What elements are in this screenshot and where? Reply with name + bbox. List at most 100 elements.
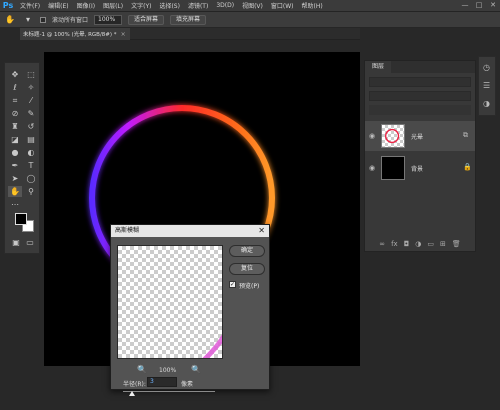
lock-icon: 🔒	[463, 163, 472, 171]
layer-filter-row	[369, 77, 471, 87]
reset-button[interactable]: 复位	[229, 263, 265, 275]
eye-icon[interactable]: ◉	[369, 164, 377, 172]
layer-thumbnail	[381, 124, 405, 148]
dialog-title: 高斯模糊	[111, 225, 269, 237]
eraser-tool-icon[interactable]: ◪	[8, 134, 22, 145]
maximize-button[interactable]: □	[474, 1, 484, 10]
zoom-level: 100%	[159, 367, 177, 374]
gradient-tool-icon[interactable]: ▤	[24, 134, 38, 145]
type-tool-icon[interactable]: T	[24, 160, 38, 171]
document-tab-title: 未标题-1 @ 100% (光晕, RGB/8#) *	[23, 32, 117, 38]
folder-icon[interactable]: ▭	[427, 240, 434, 248]
zoom-field[interactable]: 100%	[94, 14, 123, 25]
layer-row-glow[interactable]: ◉ 光晕 ⧉	[365, 121, 475, 151]
empty-slot	[24, 199, 38, 210]
screen-mode-icon[interactable]: ▭	[23, 237, 37, 248]
menu-image[interactable]: 图像(I)	[73, 1, 99, 10]
layer-row-background[interactable]: ◉ 背景 🔒	[365, 153, 475, 183]
blend-mode-row	[369, 91, 471, 101]
menu-filter[interactable]: 滤镜(T)	[184, 1, 212, 10]
menu-3d[interactable]: 3D(D)	[212, 2, 238, 9]
close-icon[interactable]: ✕	[258, 225, 265, 237]
more-tools-icon[interactable]: ⋯	[8, 199, 22, 210]
adjustments-icon[interactable]: ◑	[483, 99, 490, 108]
radius-label: 半径(R):	[123, 381, 146, 388]
zoom-out-icon[interactable]: 🔍	[137, 365, 147, 374]
healing-brush-icon[interactable]: ⊘	[8, 108, 22, 119]
panel-icon-strip: ◷ ☰ ◑	[478, 56, 496, 116]
close-icon[interactable]: ×	[121, 31, 126, 38]
layer-name: 背景	[411, 166, 424, 173]
window-controls: — □ ✕	[460, 1, 498, 10]
menu-type[interactable]: 文字(Y)	[127, 1, 155, 10]
link-icon[interactable]: ∞	[379, 240, 385, 248]
eyedropper-icon[interactable]: ⁄	[24, 95, 38, 106]
lasso-tool-icon[interactable]: ℓ	[8, 82, 22, 93]
fx-icon[interactable]: fx	[391, 240, 398, 248]
move-tool-icon[interactable]: ✥	[8, 69, 22, 80]
preview-checkbox[interactable]: ✓	[229, 281, 236, 288]
scroll-all-checkbox[interactable]	[40, 16, 46, 23]
new-layer-icon[interactable]: ⊞	[440, 240, 446, 248]
ok-button[interactable]: 确定	[229, 245, 265, 257]
menu-help[interactable]: 帮助(H)	[298, 1, 327, 10]
smart-filter-icon: ⧉	[463, 131, 468, 139]
hand-tool-icon[interactable]: ✋	[4, 15, 16, 25]
zoom-tool-icon[interactable]: ⚲	[24, 186, 38, 197]
quick-mask-icon[interactable]: ▣	[9, 237, 23, 248]
radius-slider-thumb[interactable]	[129, 391, 136, 396]
fit-screen-button[interactable]: 适合屏幕	[128, 14, 165, 25]
history-brush-icon[interactable]: ↺	[24, 121, 38, 132]
lock-row	[369, 105, 471, 115]
preview-label: 预览(P)	[239, 283, 260, 290]
layers-panel: 图层 ◉ 光晕 ⧉ ◉ 背景 🔒 ∞ fx ◘ ◑ ▭ ⊞ 🗑	[364, 60, 476, 252]
scroll-all-label: 滚动所有窗口	[52, 17, 89, 24]
close-window-button[interactable]: ✕	[488, 1, 498, 10]
document-tab-bar: 未标题-1 @ 100% (光晕, RGB/8#) * ×	[20, 28, 360, 40]
document-tab[interactable]: 未标题-1 @ 100% (光晕, RGB/8#) * ×	[20, 28, 130, 40]
trash-icon[interactable]: 🗑	[452, 240, 461, 248]
tab-layers[interactable]: 图层	[365, 61, 391, 73]
radius-unit: 像素	[181, 381, 194, 388]
minimize-button[interactable]: —	[460, 1, 470, 10]
magic-wand-icon[interactable]: ✧	[24, 82, 38, 93]
menu-window[interactable]: 窗口(W)	[267, 1, 298, 10]
layers-tab-bar: 图层	[365, 61, 475, 73]
dodge-tool-icon[interactable]: ◐	[24, 147, 38, 158]
options-bar: ✋ ▾ 滚动所有窗口 100% 适合屏幕 填充屏幕	[0, 12, 500, 28]
layer-thumbnail	[381, 156, 405, 180]
menu-edit[interactable]: 编辑(E)	[44, 1, 72, 10]
crop-tool-icon[interactable]: ⌗	[8, 95, 22, 106]
brush-tool-icon[interactable]: ✎	[24, 108, 38, 119]
photoshop-logo: Ps	[2, 1, 14, 10]
adjust-icon[interactable]: ◑	[415, 240, 421, 248]
radius-input[interactable]: 3	[147, 377, 177, 387]
preview-ring-fragment	[202, 334, 222, 358]
properties-icon[interactable]: ☰	[483, 81, 490, 90]
preview-area[interactable]	[117, 245, 223, 359]
pen-tool-icon[interactable]: ✒	[8, 160, 22, 171]
radius-slider-track[interactable]	[123, 391, 215, 392]
stamp-tool-icon[interactable]: ♜	[8, 121, 22, 132]
ellipse-tool-icon[interactable]: ◯	[24, 173, 38, 184]
zoom-in-icon[interactable]: 🔍	[191, 365, 201, 374]
foreground-color-swatch[interactable]	[15, 213, 27, 225]
layers-bottom-bar: ∞ fx ◘ ◑ ▭ ⊞ 🗑	[365, 237, 475, 251]
menu-view[interactable]: 视图(V)	[238, 1, 267, 10]
fill-screen-button[interactable]: 填充屏幕	[170, 14, 207, 25]
path-select-icon[interactable]: ➤	[8, 173, 22, 184]
chevron-down-icon[interactable]: ▾	[22, 15, 34, 25]
menu-bar: Ps 文件(F) 编辑(E) 图像(I) 图层(L) 文字(Y) 选择(S) 滤…	[0, 0, 500, 12]
history-icon[interactable]: ◷	[483, 63, 490, 72]
mask-icon[interactable]: ◘	[404, 240, 410, 248]
menu-select[interactable]: 选择(S)	[155, 1, 184, 10]
menu-file[interactable]: 文件(F)	[16, 1, 44, 10]
blur-tool-icon[interactable]: ●	[8, 147, 22, 158]
toolbox: ✥ ⬚ ℓ ✧ ⌗ ⁄ ⊘ ✎ ♜ ↺ ◪ ▤ ● ◐ ✒ T ➤ ◯ ✋ ⚲ …	[4, 62, 40, 254]
eye-icon[interactable]: ◉	[369, 132, 377, 140]
marquee-tool-icon[interactable]: ⬚	[24, 69, 38, 80]
gaussian-blur-dialog: 高斯模糊 ✕ 确定 复位 ✓ 预览(P) 🔍 100% 🔍 半径(R): 3 像…	[110, 224, 270, 396]
layer-name: 光晕	[411, 134, 424, 141]
hand-tool-icon[interactable]: ✋	[8, 186, 22, 197]
menu-layer[interactable]: 图层(L)	[99, 1, 127, 10]
